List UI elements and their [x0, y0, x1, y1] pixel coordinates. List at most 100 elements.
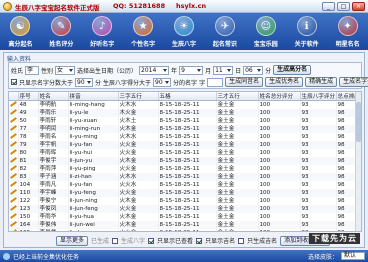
- qq-contact: QQ: 51281688: [113, 2, 166, 10]
- generate-homophone-button[interactable]: 生成同音名: [225, 77, 264, 87]
- table-row[interactable]: 122 李俊宁 li-jun-ning 火木金 8-15-18-25-11 金土金 100 9…: [9, 197, 357, 205]
- pencil-icon: [10, 205, 17, 210]
- generate-precise-button[interactable]: 精确生成: [305, 77, 338, 87]
- site-url[interactable]: hsylx.cn: [176, 2, 206, 10]
- generate-list-button[interactable]: 生成名字列表: [339, 77, 368, 87]
- score-filter-checkbox[interactable]: [11, 79, 17, 85]
- table-cell: li-ming-hang: [68, 100, 119, 109]
- vertical-scrollbar[interactable]: [355, 92, 361, 231]
- table-row[interactable]: 80 李雨晖 li-yu-hui 火火金 8-15-18-25-11 金土金 100 93 98: [9, 149, 357, 157]
- table-header: 序号姓名拼音三字五行五格三才五行姓名总分评分生辰八字评分总点排序: [9, 92, 357, 101]
- table-row[interactable]: 150 李雨华 li-yu-hua 火木金 8-15-18-25-11 金土金 100 93 9…: [9, 213, 357, 221]
- table-cell: 98: [336, 229, 357, 231]
- form-row-filter: 只显示名字分数大于 90 分 生辰八字得分大于 90 分的名字 字 生成同音名 …: [11, 77, 368, 87]
- table-cell: 100: [258, 149, 301, 157]
- table-row[interactable]: 49 李雨乐 li-yu-le 木火金 8-15-18-25-11 金土金 100 93 98: [9, 109, 357, 117]
- char-input[interactable]: [207, 77, 224, 87]
- table-cell: li-yu-hua: [68, 213, 119, 221]
- table-cell: 8-15-18-25-11: [158, 173, 217, 181]
- toolbar-button-4[interactable]: ☀ 生辰八字: [164, 13, 205, 50]
- minimize-button[interactable]: _: [322, 2, 335, 11]
- show-viewed-label: 只显示已查看: [157, 238, 194, 245]
- table-cell: 金土金: [216, 165, 259, 173]
- table-row[interactable]: 81 李俊宇 li-jun-yu 火木金 8-15-18-25-11 金土金 100 93 98: [9, 157, 357, 165]
- column-header[interactable]: 拼音: [68, 92, 119, 101]
- maximize-button[interactable]: □: [337, 2, 350, 11]
- table-row[interactable]: 165李晨然li-chen-ran火火金8-15-18-25-11金土金1009…: [9, 229, 357, 231]
- month-select[interactable]: 9: [179, 65, 204, 75]
- only-safe-checkbox[interactable]: [238, 237, 245, 244]
- surname-input[interactable]: 李: [25, 65, 40, 75]
- table-row[interactable]: 78 李雨名 li-yu-ming 火木水 8-15-18-25-11 金土金 100 93 9…: [9, 133, 357, 141]
- generate-quality-button[interactable]: 生成优秀名: [265, 77, 304, 87]
- table-row[interactable]: 48 李明航 li-ming-hang 火木水 8-15-18-25-11 金土金 100 9…: [9, 100, 357, 109]
- table-cell: 122: [18, 197, 39, 205]
- table-row[interactable]: 164 李俊伟 li-jun-wei 火木金 8-15-18-25-11 金土金 100 93…: [9, 221, 357, 229]
- gender-select[interactable]: 女: [55, 65, 76, 75]
- toolbar-label: 生辰八字: [172, 41, 197, 48]
- table-row[interactable]: 77 李明闰 li-ming-run 火木金 8-15-18-25-11 金土金 100 93…: [9, 125, 357, 133]
- close-button[interactable]: ×: [352, 2, 365, 11]
- column-header[interactable]: 三才五行: [216, 92, 259, 101]
- table-cell: 98: [336, 117, 357, 125]
- toolbar-button-5[interactable]: ✈ 起名常识: [204, 13, 245, 50]
- row-edit-cell: [9, 181, 19, 189]
- generate-high-score-button[interactable]: 生成高分名: [273, 65, 312, 75]
- toolbar-label: 起名常识: [212, 41, 237, 48]
- toolbar-button-3[interactable]: ★ 个性名字: [123, 13, 164, 50]
- table-row[interactable]: 83 李子涵 li-zi-han 火木水 8-15-18-25-11 金土金 100 93 98: [9, 173, 357, 181]
- column-header[interactable]: 姓名总分评分: [258, 92, 301, 101]
- year-select[interactable]: 2014: [139, 65, 170, 75]
- pencil-icon: [10, 229, 17, 231]
- table-cell: 93: [300, 125, 337, 133]
- table-row[interactable]: 82 李雨萍 li-yu-ping 火火金 8-15-18-25-11 金土金 100 93 9…: [9, 165, 357, 173]
- gender-label: 性别: [41, 67, 54, 75]
- day-select[interactable]: 11: [213, 65, 234, 75]
- table-cell: 金土金: [216, 197, 259, 205]
- column-header[interactable]: 总点排序: [336, 92, 357, 101]
- toolbar-button-1[interactable]: ✎ 姓名评分: [41, 13, 82, 50]
- column-header[interactable]: 序号: [18, 92, 39, 101]
- table-cell: 8-15-18-25-11: [158, 149, 217, 157]
- pencil-icon: [10, 213, 17, 218]
- table-row[interactable]: 50 李雨轩 li-yu-xuan 火木土 8-15-18-25-11 金土金 100 93 9…: [9, 117, 357, 125]
- column-header[interactable]: 生辰八字评分: [300, 92, 337, 101]
- row-edit-cell: [9, 197, 19, 205]
- column-header[interactable]: 三字五行: [118, 92, 159, 101]
- show-viewed-checkbox[interactable]: [148, 237, 155, 244]
- table-row[interactable]: 79 李宇帆 li-yu-fan 火火金 8-15-18-25-11 金土金 100 93 98: [9, 141, 357, 149]
- table-cell: li-chen-ran: [68, 229, 119, 231]
- hour-select[interactable]: 06: [243, 65, 264, 75]
- pencil-icon: [10, 181, 17, 186]
- bazi-threshold-select[interactable]: 90: [153, 77, 172, 87]
- table-cell: 93: [300, 181, 337, 189]
- show-more-button[interactable]: 显示更多: [56, 235, 89, 246]
- column-header[interactable]: 五格: [158, 92, 217, 101]
- table-cell: 82: [18, 165, 39, 173]
- names-table[interactable]: 序号姓名拼音三字五行五格三才五行姓名总分评分生辰八字评分总点排序 48李明航li…: [8, 91, 362, 232]
- table-cell: 93: [300, 205, 337, 213]
- toolbar-button-0[interactable]: ☯ 高分起名: [0, 13, 41, 50]
- table-cell: 93: [300, 165, 337, 173]
- table-cell: 100: [258, 221, 301, 229]
- toolbar-button-8[interactable]: ✦ 明星名名: [327, 13, 368, 50]
- toolbar-button-7[interactable]: ℹ 关于软件: [286, 13, 327, 50]
- column-header[interactable]: 姓名: [38, 92, 69, 101]
- table-cell: 李俊伟: [38, 221, 69, 229]
- row-edit-cell: [9, 133, 19, 141]
- table-cell: 金土金: [216, 181, 259, 189]
- input-form: 姓氏 李 性别 女 选择出生日期（公历） 2014 年 9 月 11 日 06 …: [8, 62, 368, 89]
- score-threshold-select[interactable]: 90: [75, 77, 94, 87]
- toolbar-button-2[interactable]: ♪ 好听名字: [82, 13, 123, 50]
- table-row[interactable]: 110 李宇峰 li-yu-feng 火火金 8-15-18-25-11 金土金 100 93…: [9, 189, 357, 197]
- bazi-generate-checkbox[interactable]: [112, 237, 119, 244]
- table-cell: 8-15-18-25-11: [158, 141, 217, 149]
- scrollbar-thumb[interactable]: [356, 102, 361, 142]
- table-cell: 150: [18, 213, 39, 221]
- only-good-checkbox[interactable]: [196, 237, 203, 244]
- table-cell: 98: [336, 157, 357, 165]
- skin-select[interactable]: 默认: [340, 252, 365, 260]
- toolbar-button-6[interactable]: ☺ 宝宝乐园: [245, 13, 286, 50]
- table-row[interactable]: 104 李雨凡 li-yu-fan 火火水 8-15-18-25-11 金土金 100 93 9…: [9, 181, 357, 189]
- table-row[interactable]: 123 李俊凤 li-jun-feng 火火金 8-15-18-25-11 金土金 100 9…: [9, 205, 357, 213]
